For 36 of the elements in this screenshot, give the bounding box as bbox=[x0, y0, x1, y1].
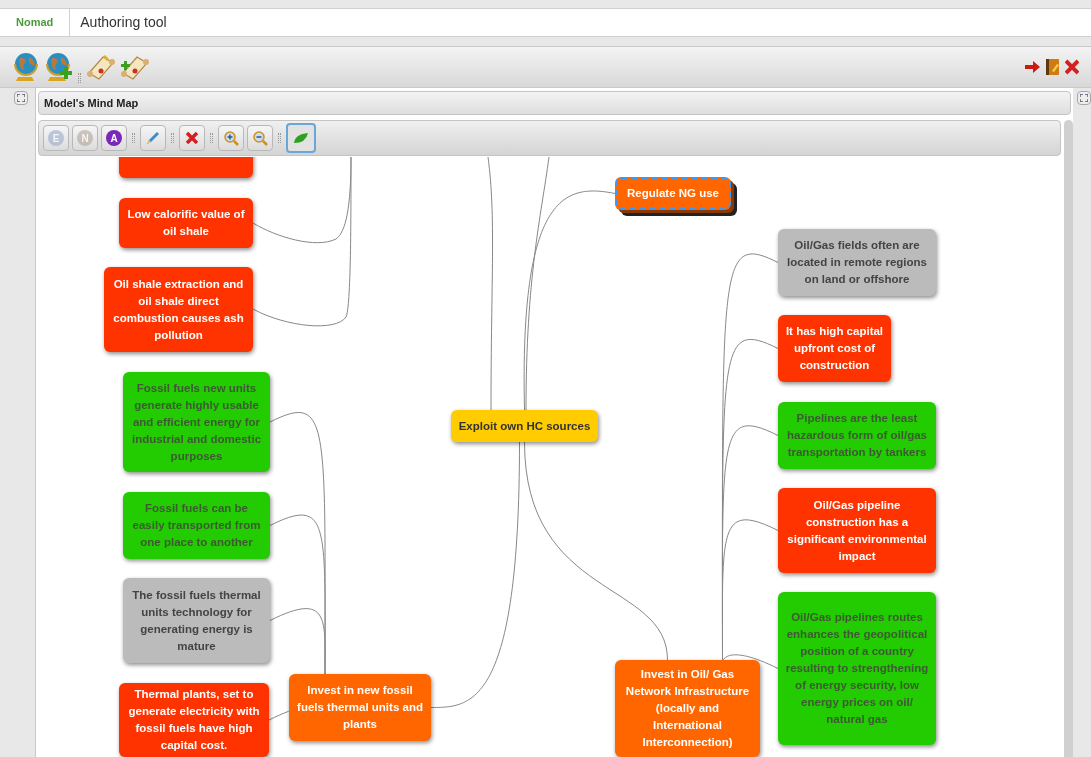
delete-icon bbox=[185, 131, 199, 145]
leaf-toggle-button[interactable] bbox=[286, 123, 316, 153]
mind-map-node[interactable]: Oil shale extraction and oil shale direct combustion causes ash pollution bbox=[104, 267, 253, 352]
mind-map-node[interactable]: Pipelines are the least hazardous form of oil/gas transportation by tankers bbox=[778, 402, 936, 469]
pencil-icon bbox=[145, 130, 161, 146]
panel-header: Model's Mind Map bbox=[38, 91, 1071, 115]
mind-map-node[interactable]: Exploit own HC sources bbox=[451, 410, 598, 442]
mind-map-node[interactable]: It has high capital upfront cost of construction bbox=[778, 315, 891, 382]
mind-map-node[interactable]: Oil/Gas pipeline construction has a significant environmental impact bbox=[778, 488, 936, 573]
mind-map-node[interactable]: Invest in Oil/ Gas Network Infrastructure (locally and International Interconnection) bbox=[615, 660, 760, 757]
zoom-out-button[interactable] bbox=[247, 125, 273, 151]
mind-map-node[interactable]: Invest in new fossil fuels thermal units and plants bbox=[289, 674, 431, 741]
globe-add-icon[interactable] bbox=[44, 51, 74, 83]
filter-button[interactable]: A bbox=[101, 125, 127, 151]
close-icon[interactable] bbox=[1065, 58, 1079, 76]
delete-button[interactable] bbox=[179, 125, 205, 151]
expand-button[interactable] bbox=[14, 91, 28, 105]
mind-map-node[interactable]: Oil/Gas pipelines routes enhances the geopolitical position of a country resulting to strengthening of energy security, low energy prices on oil/ natural gas bbox=[778, 592, 936, 745]
expand-icon bbox=[1080, 94, 1088, 102]
mind-map-node[interactable]: Thermal plants, set to generate electricity with fossil fuels have high capital cost. bbox=[119, 683, 269, 757]
mind-map-node[interactable]: Fossil fuels can be easily transported from one place to another bbox=[123, 492, 270, 559]
mind-map-node[interactable]: Fossil fuels new units generate highly usable and efficient energy for industrial and domestic purposes bbox=[123, 372, 270, 472]
edit-button[interactable] bbox=[140, 125, 166, 151]
zoom-out-icon bbox=[252, 130, 268, 146]
expand-icon bbox=[17, 94, 25, 102]
mind-map-node[interactable]: The fossil fuels thermal units technology for generating energy is mature bbox=[123, 578, 270, 663]
breadcrumb-link[interactable]: Nomad bbox=[0, 9, 71, 36]
leaf-icon bbox=[293, 132, 309, 144]
zoom-in-icon bbox=[223, 130, 239, 146]
expand-button[interactable] bbox=[1077, 91, 1091, 105]
breadcrumb-link[interactable]: Authoring tool bbox=[70, 9, 177, 36]
mind-map-node[interactable]: Low calorific value of oil shale bbox=[119, 198, 253, 248]
zoom-in-button[interactable] bbox=[218, 125, 244, 151]
exit-arrow-icon[interactable] bbox=[1023, 59, 1041, 75]
book-edit-icon[interactable] bbox=[1045, 58, 1061, 76]
mind-map-node[interactable]: Oil/Gas fields often are located in remote regions on land or offshore bbox=[778, 229, 936, 296]
